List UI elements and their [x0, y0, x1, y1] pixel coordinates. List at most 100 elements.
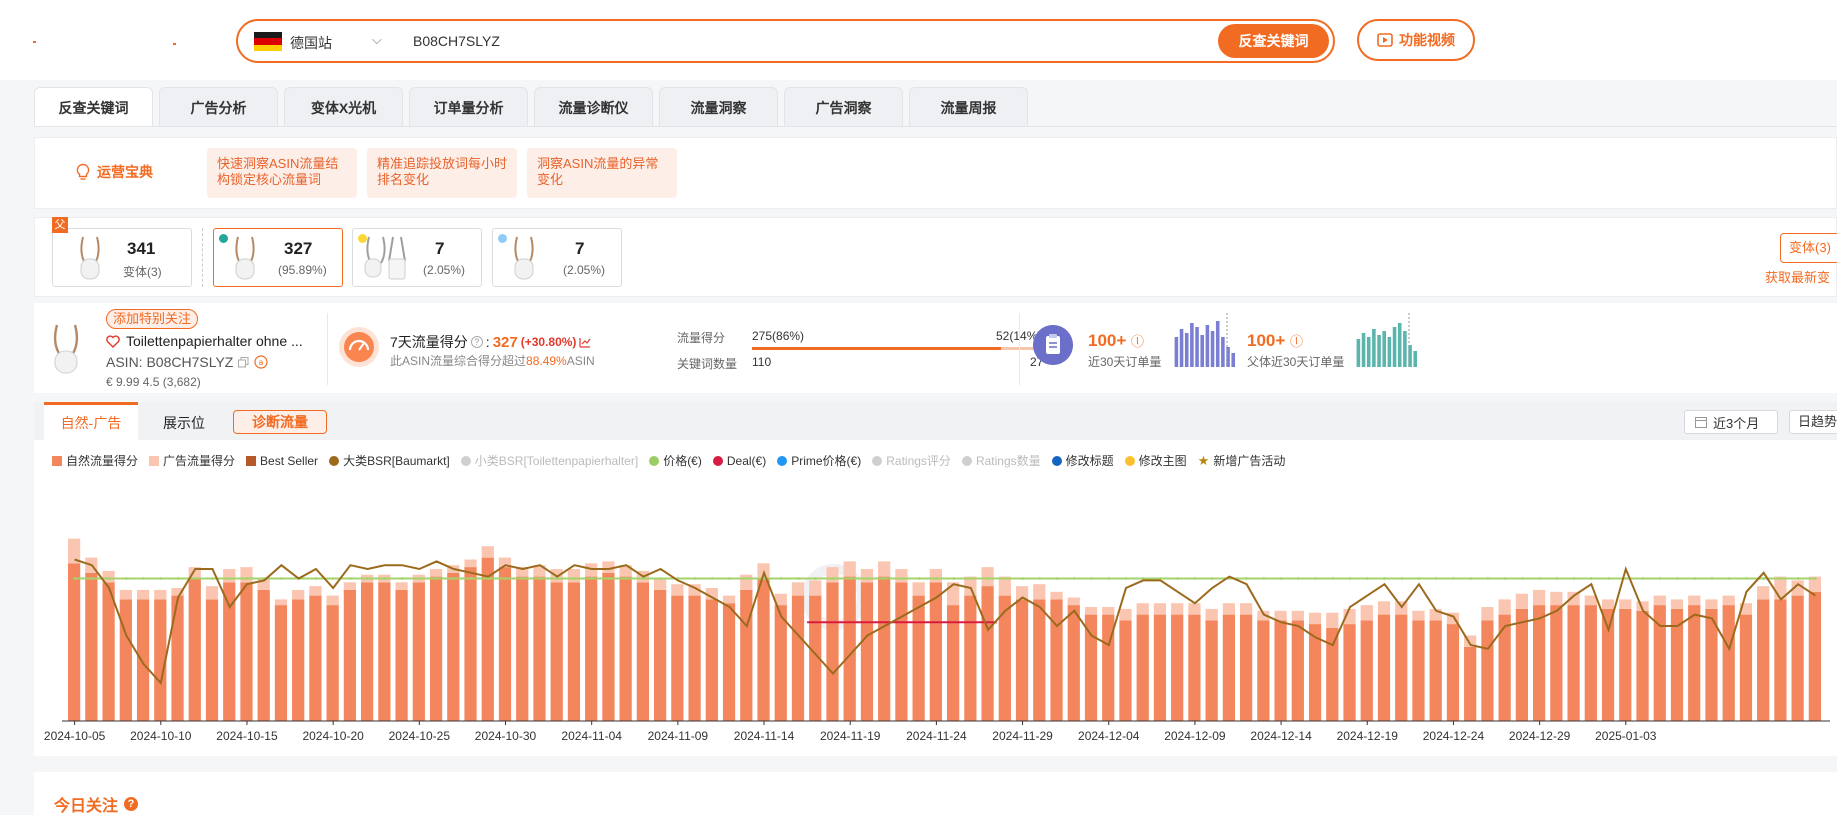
tab-2[interactable]: 变体X光机	[284, 87, 403, 127]
bar-natural	[361, 582, 374, 721]
price-point	[1555, 577, 1559, 580]
bar-natural	[1567, 605, 1580, 721]
product-title[interactable]: Toilettenpapierhalter ohne ...	[106, 333, 303, 349]
add-attention-button[interactable]: 添加特别关注	[106, 309, 199, 329]
price-point	[1400, 577, 1404, 580]
bar-natural	[343, 589, 356, 721]
bar-ad	[1308, 612, 1322, 625]
price-point	[1624, 577, 1628, 580]
price-point	[710, 577, 714, 580]
tab-4[interactable]: 流量诊断仪	[534, 87, 653, 127]
price-point	[1641, 577, 1645, 580]
variant-card-parent[interactable]: 父 341 变体(3)	[52, 217, 192, 287]
refresh-variants-link[interactable]: 获取最新变	[1765, 267, 1830, 286]
bar-natural	[1808, 591, 1821, 721]
bar-natural	[998, 595, 1011, 721]
copy-icon[interactable]	[238, 356, 249, 368]
tip-card[interactable]: 快速洞察ASIN流量结构锁定核心流量词	[207, 148, 357, 198]
help-icon[interactable]: ?	[470, 336, 483, 348]
price-point	[1589, 577, 1593, 580]
tip-card[interactable]: 洞察ASIN流量的异常变化	[527, 148, 677, 198]
bar-natural	[1619, 608, 1632, 721]
bar-natural	[481, 557, 494, 721]
price-point	[848, 577, 852, 580]
price-point	[779, 577, 783, 580]
price-point	[1038, 577, 1042, 580]
mini-bar	[1205, 325, 1210, 367]
bar-ad	[154, 589, 167, 600]
bar-natural	[878, 576, 891, 721]
heart-icon[interactable]	[106, 334, 120, 348]
bar-ad	[240, 567, 253, 583]
chevron-down-icon[interactable]: ⌵	[372, 32, 382, 48]
bar-natural	[550, 582, 563, 721]
bar-natural	[860, 582, 874, 721]
price-point	[969, 577, 973, 580]
variant-count: 341	[127, 239, 156, 258]
site-selector[interactable]: 德国站	[290, 33, 332, 53]
bar-ad	[481, 546, 494, 558]
product-thumbnail	[80, 236, 100, 280]
bar-natural	[1205, 620, 1218, 721]
amazon-link-icon[interactable]: a	[254, 355, 268, 369]
bar-natural	[1533, 605, 1546, 721]
bar-ad	[654, 578, 667, 590]
bar-ad	[395, 582, 408, 590]
bar-natural	[205, 599, 219, 721]
price-point	[142, 577, 145, 580]
mini-bar	[1382, 331, 1386, 367]
price-point	[573, 577, 576, 580]
tab-7[interactable]: 流量周报	[909, 87, 1028, 127]
bar-natural	[395, 589, 408, 721]
price-point	[1090, 577, 1093, 580]
bar-ad	[326, 595, 339, 606]
bar-ad	[740, 574, 753, 590]
search-box[interactable]: 德国站 ⌵ 反查关键词	[236, 19, 1335, 63]
bar-ad	[1326, 612, 1339, 628]
variant-count-button[interactable]: 变体(3)	[1780, 233, 1837, 263]
variant-card[interactable]: 327 (95.89%)	[213, 228, 343, 287]
bar-ad	[1188, 603, 1201, 615]
bar-ad	[1136, 603, 1149, 615]
variant-count: 327	[284, 239, 313, 258]
search-button[interactable]: 反查关键词	[1218, 24, 1329, 58]
variant-card[interactable]: 7 (2.05%)	[352, 228, 482, 287]
variant-card[interactable]: 7 (2.05%)	[492, 228, 622, 287]
tip-card[interactable]: 精准追踪投放词每小时排名变化	[367, 148, 517, 198]
trend-chart-icon[interactable]	[579, 337, 591, 348]
tips-panel: 运营宝典 快速洞察ASIN流量结构锁定核心流量词 精准追踪投放词每小时排名变化 …	[34, 137, 1837, 209]
price-point	[504, 577, 507, 580]
bar-natural	[1067, 605, 1080, 721]
video-button[interactable]: 功能视频	[1357, 19, 1475, 61]
tab-0[interactable]: 反查关键词	[34, 87, 153, 127]
price-point	[1314, 577, 1317, 580]
variant-sub: (95.89%)	[278, 263, 327, 277]
bar-natural	[1360, 620, 1373, 721]
bar-natural	[257, 589, 270, 721]
bar-natural	[1481, 620, 1494, 721]
bar-ad	[1688, 595, 1701, 606]
mini-bar	[1403, 331, 1407, 367]
tab-5[interactable]: 流量洞察	[659, 87, 778, 127]
bar-ad	[1171, 603, 1184, 615]
bar-natural	[136, 599, 150, 721]
x-tick-label: 2024-12-24	[1423, 729, 1485, 743]
keyword-natural: 110	[752, 355, 772, 369]
price-point	[900, 577, 904, 580]
price-point	[1813, 577, 1817, 580]
price-point	[1486, 577, 1490, 580]
tab-1[interactable]: 广告分析	[159, 87, 278, 127]
bar-natural	[964, 595, 977, 721]
help-icon[interactable]: ?	[124, 797, 139, 811]
bar-natural	[567, 582, 581, 721]
price-rating: € 9.99 4.5 (3,682)	[106, 375, 201, 389]
tips-title[interactable]: 运营宝典	[75, 162, 153, 182]
mini-bar	[1231, 353, 1235, 367]
tab-6[interactable]: 广告洞察	[784, 87, 903, 127]
search-input[interactable]	[413, 28, 1113, 54]
bar-ad	[929, 569, 942, 583]
bar-natural	[912, 595, 925, 721]
tab-3[interactable]: 订单量分析	[409, 87, 528, 127]
bar-ad	[912, 582, 925, 596]
bar-ad	[981, 567, 994, 587]
